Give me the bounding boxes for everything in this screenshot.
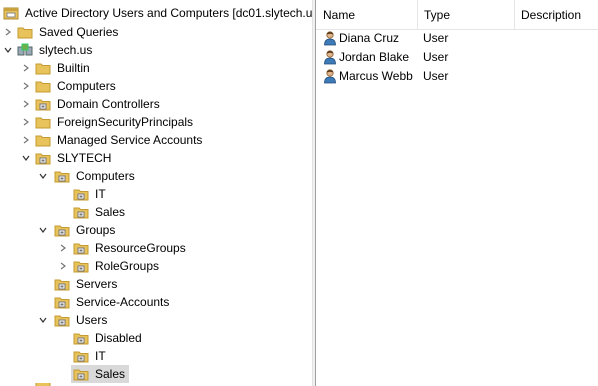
folder-icon [35,114,51,130]
tree-item-foreign-security-principals[interactable]: ForeignSecurityPrincipals [35,113,193,131]
domain-icon [17,42,33,58]
tree-item-users-disabled[interactable]: Disabled [73,329,142,347]
column-header-type[interactable]: Type [417,0,514,30]
column-header-description[interactable]: Description [514,0,598,30]
ou-folder-icon [73,330,89,346]
expand-saved-queries-icon[interactable] [3,23,13,41]
ou-folder-icon [73,204,89,220]
expand-role-groups-icon[interactable] [58,257,68,275]
tree-item-resource-groups[interactable]: ResourceGroups [73,239,186,257]
list-item[interactable]: Jordan Blake User [316,48,598,67]
tree-item-servers[interactable]: Servers [54,275,117,293]
tree-item-domain[interactable]: slytech.us [17,41,92,59]
tree-item-saved-queries[interactable]: Saved Queries [17,23,118,41]
folder-icon [35,78,51,94]
ou-folder-icon [73,348,89,364]
aduc-console-icon [3,5,19,21]
tree-root-label: Active Directory Users and Computers [dc… [25,6,312,20]
results-pane[interactable]: Name Type Description Diana Cruz User Jo… [316,0,598,386]
list-header: Name Type Description [316,0,598,30]
expand-managed-service-accounts-icon[interactable] [21,131,31,149]
ou-folder-icon [73,186,89,202]
expand-foreign-security-principals-icon[interactable] [21,113,31,131]
ou-folder-icon [35,150,51,166]
tree-item-groups[interactable]: Groups [54,221,115,239]
ou-folder-icon [73,258,89,274]
expand-computers-icon[interactable] [21,77,31,95]
ou-folder-icon [73,240,89,256]
tree-item-users[interactable]: Users [54,311,107,329]
ou-folder-icon [73,366,89,382]
list-item[interactable]: Diana Cruz User [316,29,598,48]
folder-icon [35,60,51,76]
user-icon [322,49,338,65]
folder-icon [17,24,33,40]
ou-folder-icon [54,276,70,292]
tree-item-domain-controllers[interactable]: Domain Controllers [35,95,160,113]
collapse-groups-icon[interactable] [38,221,48,239]
tree-item-role-groups[interactable]: RoleGroups [73,257,159,275]
ou-folder-icon [54,222,70,238]
collapse-users-icon[interactable] [38,311,48,329]
user-icon [322,68,338,84]
tree-item-users-it[interactable]: IT [73,347,106,365]
tree-item-computers-sales[interactable]: Sales [73,203,125,221]
tree-root[interactable]: Active Directory Users and Computers [dc… [3,4,312,22]
ou-folder-icon [54,294,70,310]
collapse-domain-icon[interactable] [3,41,13,59]
folder-icon [35,132,51,148]
tree-item-builtin[interactable]: Builtin [35,59,90,77]
expand-builtin-icon[interactable] [21,59,31,77]
tree-item-users-sales[interactable]: Sales [71,365,130,383]
list-item[interactable]: Marcus Webb User [316,67,598,86]
column-header-name[interactable]: Name [316,0,417,30]
tree-item-service-accounts[interactable]: Service-Accounts [54,293,169,311]
expand-domain-controllers-icon[interactable] [21,95,31,113]
user-icon [322,30,338,46]
ou-folder-icon [54,312,70,328]
console-tree[interactable]: Active Directory Users and Computers [dc… [0,0,312,386]
tree-item-slytech[interactable]: SLYTECH [35,149,111,167]
collapse-slytech-icon[interactable] [21,149,31,167]
ou-folder-icon [54,168,70,184]
tree-item-computers[interactable]: Computers [35,77,116,95]
tree-item-computers-it[interactable]: IT [73,185,106,203]
tree-item-managed-service-accounts[interactable]: Managed Service Accounts [35,131,202,149]
ou-folder-icon [35,96,51,112]
collapse-slytech-computers-icon[interactable] [38,167,48,185]
expand-resource-groups-icon[interactable] [58,239,68,257]
tree-item-slytech-computers[interactable]: Computers [54,167,135,185]
